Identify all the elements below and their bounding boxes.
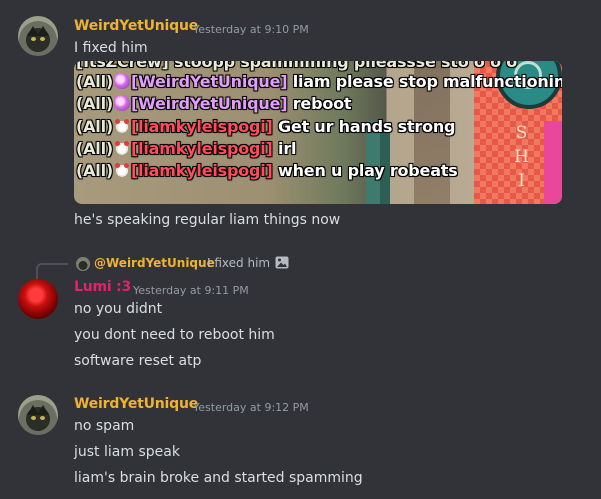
player-badge-icon xyxy=(113,140,130,156)
chat-tag: (All) xyxy=(76,72,113,91)
timestamp[interactable]: Yesterday at 9:12 PM xyxy=(193,401,309,414)
background-letter: H xyxy=(514,147,529,167)
username[interactable]: Lumi :3 xyxy=(74,279,131,295)
cat-eye-icon xyxy=(31,416,36,420)
avatar[interactable] xyxy=(18,16,58,56)
cat-eye-icon xyxy=(40,416,45,420)
chat-player-name: [liamkyleispogi] xyxy=(130,117,273,136)
chat-message: reboot xyxy=(292,94,352,113)
player-badge-icon xyxy=(113,118,130,134)
game-chat-line: (All) [WeirdYetUnique] reboot xyxy=(76,94,352,113)
timestamp[interactable]: Yesterday at 9:10 PM xyxy=(193,23,309,36)
avatar[interactable] xyxy=(18,395,58,435)
username[interactable]: WeirdYetUnique xyxy=(74,396,198,412)
reply-author[interactable]: @WeirdYetUnique xyxy=(94,256,215,270)
background-panel xyxy=(544,121,562,204)
game-chat-line: (All) [WeirdYetUnique] liam please stop m… xyxy=(76,72,562,91)
background-letter: I xyxy=(518,171,525,191)
message-text: he's speaking regular liam things now xyxy=(74,212,341,228)
reply-avatar[interactable] xyxy=(76,257,90,271)
reply-spine xyxy=(36,263,68,279)
message-text: software reset atp xyxy=(74,353,202,369)
player-badge-icon xyxy=(113,73,130,89)
message-text: no spam xyxy=(74,418,135,434)
background-letters: S H I xyxy=(514,121,529,193)
chat-message: irl xyxy=(278,139,297,158)
cat-eye-icon xyxy=(31,37,36,41)
chat-tag: (All) xyxy=(76,117,113,136)
chat-message: Get ur hands strong xyxy=(278,117,456,136)
image-attachment[interactable]: S H I [ItsZCrew] stoopp spammming plleas… xyxy=(74,61,562,204)
chat-message: when u play robeats xyxy=(278,161,458,180)
message-text: no you didnt xyxy=(74,301,163,317)
chat-player-name: [liamkyleispogi] xyxy=(130,139,273,158)
timestamp[interactable]: Yesterday at 9:11 PM xyxy=(133,284,249,297)
player-badge-icon xyxy=(113,95,130,111)
chat-tag: (All) xyxy=(76,139,113,158)
chat-player-name: [liamkyleispogi] xyxy=(130,161,273,180)
message-text: I fixed him xyxy=(74,40,148,56)
reply-preview-text[interactable]: I fixed him xyxy=(207,256,270,270)
cat-eye-icon xyxy=(40,37,45,41)
game-chat-line: (All) [liamkyleispogi] irl xyxy=(76,139,296,158)
game-chat-line: (All) [liamkyleispogi] when u play robeat… xyxy=(76,161,458,180)
chat-player-name: [WeirdYetUnique] xyxy=(130,72,288,91)
chat-partial-text: [ItsZCrew] stoopp spammming plleassse st… xyxy=(76,61,518,71)
message-text: just liam speak xyxy=(74,444,180,460)
message-text: liam's brain broke and started spamming xyxy=(74,470,363,486)
chat-tag: (All) xyxy=(76,94,113,113)
game-chat-line: [ItsZCrew] stoopp spammming plleassse st… xyxy=(76,61,517,71)
username[interactable]: WeirdYetUnique xyxy=(74,18,198,34)
game-chat-line: (All) [liamkyleispogi] Get ur hands stron… xyxy=(76,117,456,136)
background-letter: S xyxy=(515,123,528,143)
image-icon xyxy=(275,256,289,269)
chat-tag: (All) xyxy=(76,161,113,180)
message-text: you dont need to reboot him xyxy=(74,327,275,343)
chat-player-name: [WeirdYetUnique] xyxy=(130,94,288,113)
player-badge-icon xyxy=(113,162,130,178)
avatar[interactable] xyxy=(18,279,58,319)
chat-message: liam please stop malfunctioning xyxy=(292,72,562,91)
